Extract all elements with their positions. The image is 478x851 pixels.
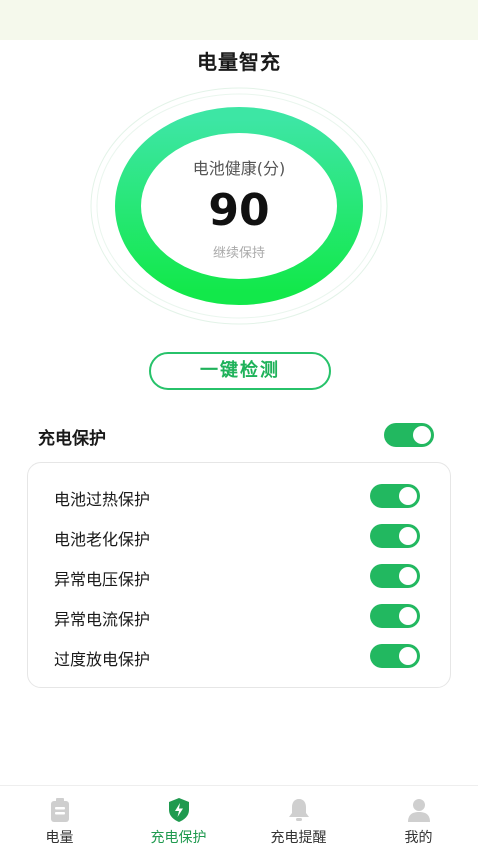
page-title: 电量智充 (197, 50, 281, 74)
voltage-toggle[interactable] (370, 564, 420, 588)
battery-icon (51, 798, 69, 822)
option-overdischarge: 过度放电保护 (28, 636, 450, 676)
shield-bolt-icon (169, 798, 189, 822)
gauge-label: 电池健康(分) (192, 159, 286, 178)
overheat-toggle[interactable] (370, 484, 420, 508)
tab-battery[interactable]: 电量 (0, 786, 119, 851)
tab-label: 充电提醒 (270, 830, 327, 846)
option-overheat: 电池过热保护 (28, 476, 450, 516)
tab-label: 电量 (45, 830, 74, 846)
option-label: 异常电压保护 (54, 570, 151, 589)
toggle-knob (399, 567, 417, 585)
user-icon (408, 799, 430, 822)
toggle-knob (399, 647, 417, 665)
battery-health-gauge: 电池健康(分) 90 继续保持 (88, 85, 390, 327)
gauge-subtext: 继续保持 (212, 246, 265, 261)
current-toggle[interactable] (370, 604, 420, 628)
tab-charging-protection[interactable]: 充电保护 (119, 786, 238, 851)
option-voltage: 异常电压保护 (28, 556, 450, 596)
aging-toggle[interactable] (370, 524, 420, 548)
tab-label: 充电保护 (150, 830, 207, 846)
tab-label: 我的 (404, 830, 433, 846)
gauge-score: 90 (208, 185, 270, 236)
bottom-tab-bar: 电量 充电保护 充电提醒 我的 (0, 785, 478, 851)
tab-charging-reminder[interactable]: 充电提醒 (239, 786, 358, 851)
one-click-check-button[interactable]: 一键检测 (149, 352, 331, 390)
charging-protection-toggle[interactable] (384, 423, 434, 447)
toggle-knob (413, 426, 431, 444)
toggle-knob (399, 487, 417, 505)
charging-protection-title: 充电保护 (38, 429, 106, 449)
option-aging: 电池老化保护 (28, 516, 450, 556)
option-label: 电池过热保护 (54, 490, 151, 509)
overdischarge-toggle[interactable] (370, 644, 420, 668)
toggle-knob (399, 607, 417, 625)
option-label: 过度放电保护 (54, 650, 151, 669)
status-bar (0, 0, 478, 40)
option-current: 异常电流保护 (28, 596, 450, 636)
option-label: 电池老化保护 (54, 530, 151, 549)
option-label: 异常电流保护 (54, 610, 151, 629)
toggle-knob (399, 527, 417, 545)
tab-mine[interactable]: 我的 (359, 786, 478, 851)
protection-options-card: 电池过热保护 电池老化保护 异常电压保护 异常电流保护 过度放电保护 (27, 462, 451, 688)
bell-icon (289, 799, 309, 821)
